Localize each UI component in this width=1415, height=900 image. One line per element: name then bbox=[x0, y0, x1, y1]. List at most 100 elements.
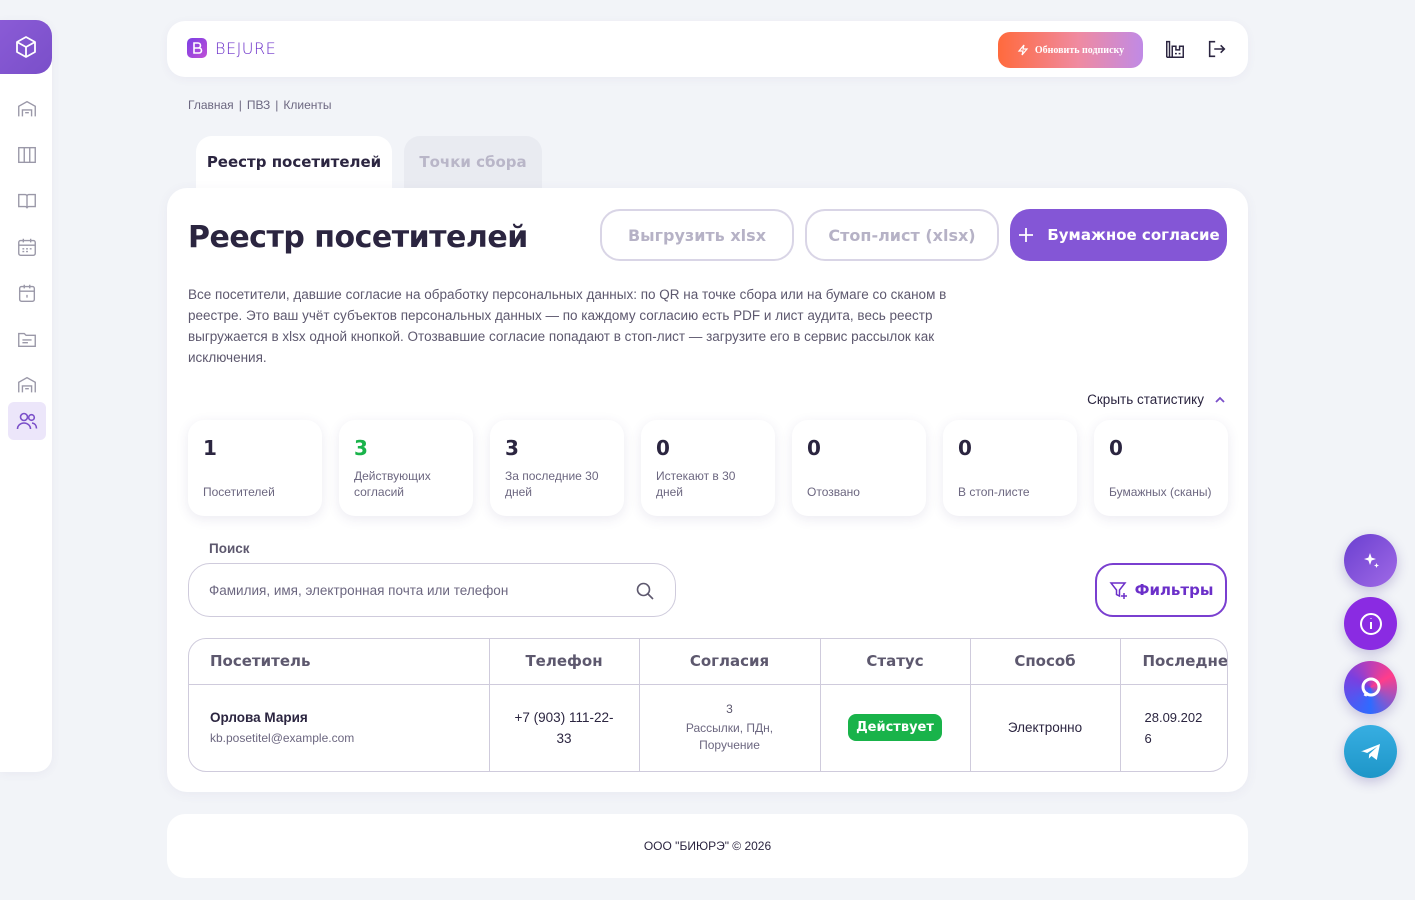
footer: ООО "БИЮРЭ" © 2026 bbox=[167, 814, 1248, 878]
company-button[interactable] bbox=[1164, 38, 1186, 60]
sidebar-item-calendar[interactable] bbox=[8, 274, 46, 312]
folder-icon bbox=[18, 332, 36, 348]
stat-value: 0 bbox=[958, 436, 972, 460]
calendar-grid-icon bbox=[18, 238, 36, 256]
breadcrumb-clients: Клиенты bbox=[283, 98, 332, 112]
tab-collection-points[interactable]: Точки сбора bbox=[404, 136, 542, 192]
stat-value: 0 bbox=[807, 436, 821, 460]
export-xlsx-button[interactable]: Выгрузить xlsx bbox=[600, 209, 794, 261]
visitors-table: Посетитель Телефон Согласия Статус Спосо… bbox=[188, 638, 1228, 772]
column-header-phone[interactable]: Телефон bbox=[489, 639, 640, 685]
breadcrumb-separator: | bbox=[238, 98, 242, 112]
column-header-last[interactable]: Последнее bbox=[1120, 639, 1227, 685]
plus-icon bbox=[1019, 228, 1034, 242]
info-button[interactable] bbox=[1344, 597, 1397, 650]
sidebar-item-warehouse[interactable] bbox=[8, 90, 46, 128]
calendar-icon bbox=[18, 284, 36, 302]
paper-consent-label: Бумажное согласие bbox=[1047, 226, 1220, 244]
last-cell: 28.09.2026 bbox=[1120, 684, 1227, 771]
status-cell: Действует bbox=[820, 684, 971, 771]
upgrade-subscription-button[interactable]: Обновить подписку bbox=[998, 32, 1143, 68]
chevron-up-icon bbox=[1215, 396, 1225, 403]
logo-mark-icon bbox=[187, 38, 207, 58]
stat-card-revoked: 0 Отозвано bbox=[792, 420, 926, 516]
last-date: 28.09.2026 bbox=[1144, 709, 1203, 746]
chat-icon bbox=[1361, 677, 1380, 697]
filters-label: Фильтры bbox=[1134, 581, 1214, 599]
visitor-name[interactable]: Орлова Мария bbox=[210, 710, 489, 725]
logout-icon bbox=[1208, 40, 1226, 58]
stat-value: 3 bbox=[505, 436, 519, 460]
logout-button[interactable] bbox=[1206, 38, 1228, 60]
stat-label: За последние 30 дней bbox=[505, 469, 599, 499]
lightning-icon bbox=[1017, 44, 1029, 56]
filter-icon bbox=[1109, 582, 1127, 599]
stat-card-stoplist: 0 В стоп-листе bbox=[943, 420, 1077, 516]
sidebar-item-clients[interactable] bbox=[8, 402, 46, 440]
table-header-row: Посетитель Телефон Согласия Статус Спосо… bbox=[189, 639, 1227, 685]
stat-card-last-30-days: 3 За последние 30 дней bbox=[490, 420, 624, 516]
breadcrumb-separator: | bbox=[275, 98, 279, 112]
telegram-button[interactable] bbox=[1344, 725, 1397, 778]
stat-value: 1 bbox=[203, 436, 217, 460]
book-icon bbox=[18, 193, 36, 209]
breadcrumb-home[interactable]: Главная bbox=[188, 98, 234, 112]
upgrade-subscription-label: Обновить подписку bbox=[1034, 44, 1125, 56]
paper-consent-button[interactable]: Бумажное согласие bbox=[1010, 209, 1227, 261]
column-header-consents[interactable]: Согласия bbox=[639, 639, 821, 685]
search-box bbox=[188, 563, 676, 617]
breadcrumb-pvz[interactable]: ПВЗ bbox=[247, 98, 270, 112]
phone-cell: +7 (903) 111-22-33 bbox=[489, 684, 640, 771]
consents-cell: 3 Рассылки, ПДн, Поручение bbox=[639, 684, 821, 771]
column-header-method[interactable]: Способ bbox=[970, 639, 1121, 685]
stat-label: Отозвано bbox=[807, 485, 860, 499]
chat-button[interactable] bbox=[1344, 661, 1397, 714]
sidebar-item-columns[interactable] bbox=[8, 136, 46, 174]
search-label: Поиск bbox=[209, 541, 250, 556]
sidebar bbox=[0, 20, 52, 772]
filters-button[interactable]: Фильтры bbox=[1095, 563, 1227, 617]
stat-label: Бумажных (сканы) bbox=[1109, 485, 1212, 499]
ai-assistant-button[interactable] bbox=[1344, 534, 1397, 587]
consent-count: 3 bbox=[726, 701, 733, 716]
visitor-email: kb.posetitel@example.com bbox=[210, 731, 355, 746]
telegram-icon bbox=[1360, 743, 1380, 760]
top-header: BEJURE Обновить подписку bbox=[167, 21, 1248, 77]
visitor-phone: +7 (903) 111-22-33 bbox=[514, 709, 614, 746]
column-header-status[interactable]: Статус bbox=[820, 639, 971, 685]
page-description: Все посетители, давшие согласие на обраб… bbox=[188, 287, 947, 365]
stat-value: 0 bbox=[656, 436, 670, 460]
stoplist-xlsx-button[interactable]: Стоп-лист (xlsx) bbox=[805, 209, 999, 261]
tab-visitor-registry[interactable]: Реестр посетителей bbox=[196, 136, 392, 192]
logo[interactable]: BEJURE bbox=[187, 38, 276, 58]
sidebar-item-folder[interactable] bbox=[8, 320, 46, 358]
hide-stats-toggle[interactable]: Скрыть статистику bbox=[1087, 392, 1226, 407]
info-icon bbox=[1359, 612, 1382, 635]
stat-value: 0 bbox=[1109, 436, 1123, 460]
method-cell: Электронно bbox=[970, 684, 1121, 771]
stat-card-paper: 0 Бумажных (сканы) bbox=[1094, 420, 1228, 516]
logo-text: BEJURE bbox=[215, 38, 277, 58]
warehouse-icon bbox=[18, 376, 36, 393]
sparkle-icon bbox=[1363, 552, 1379, 568]
users-icon bbox=[16, 412, 38, 430]
building-chart-icon bbox=[1166, 40, 1184, 58]
table-row[interactable]: Орлова Мария kb.posetitel@example.com +7… bbox=[189, 684, 1227, 771]
stat-label: Посетителей bbox=[203, 485, 275, 499]
stat-card-expiring: 0 Истекают в 30 дней bbox=[641, 420, 775, 516]
warehouse-icon bbox=[18, 100, 36, 117]
sidebar-item-book[interactable] bbox=[8, 182, 46, 220]
search-input[interactable] bbox=[209, 564, 629, 616]
column-header-visitor[interactable]: Посетитель bbox=[189, 639, 490, 685]
sidebar-item-cube[interactable] bbox=[0, 20, 52, 74]
stat-label: Истекают в 30 дней bbox=[656, 469, 736, 499]
page-title: Реестр посетителей bbox=[188, 220, 528, 255]
sidebar-item-calendar-grid[interactable] bbox=[8, 228, 46, 266]
sidebar-item-warehouse-2[interactable] bbox=[8, 366, 46, 404]
main-card: Реестр посетителей Выгрузить xlsx Стоп-л… bbox=[167, 188, 1248, 792]
footer-copyright: ООО "БИЮРЭ" © 2026 bbox=[643, 839, 772, 853]
stats-row: 1 Посетителей 3 Действующих согласий 3 З… bbox=[188, 420, 1228, 516]
status-badge: Действует bbox=[848, 714, 942, 742]
search-icon[interactable] bbox=[635, 581, 655, 601]
stat-label: В стоп-листе bbox=[958, 485, 1030, 499]
